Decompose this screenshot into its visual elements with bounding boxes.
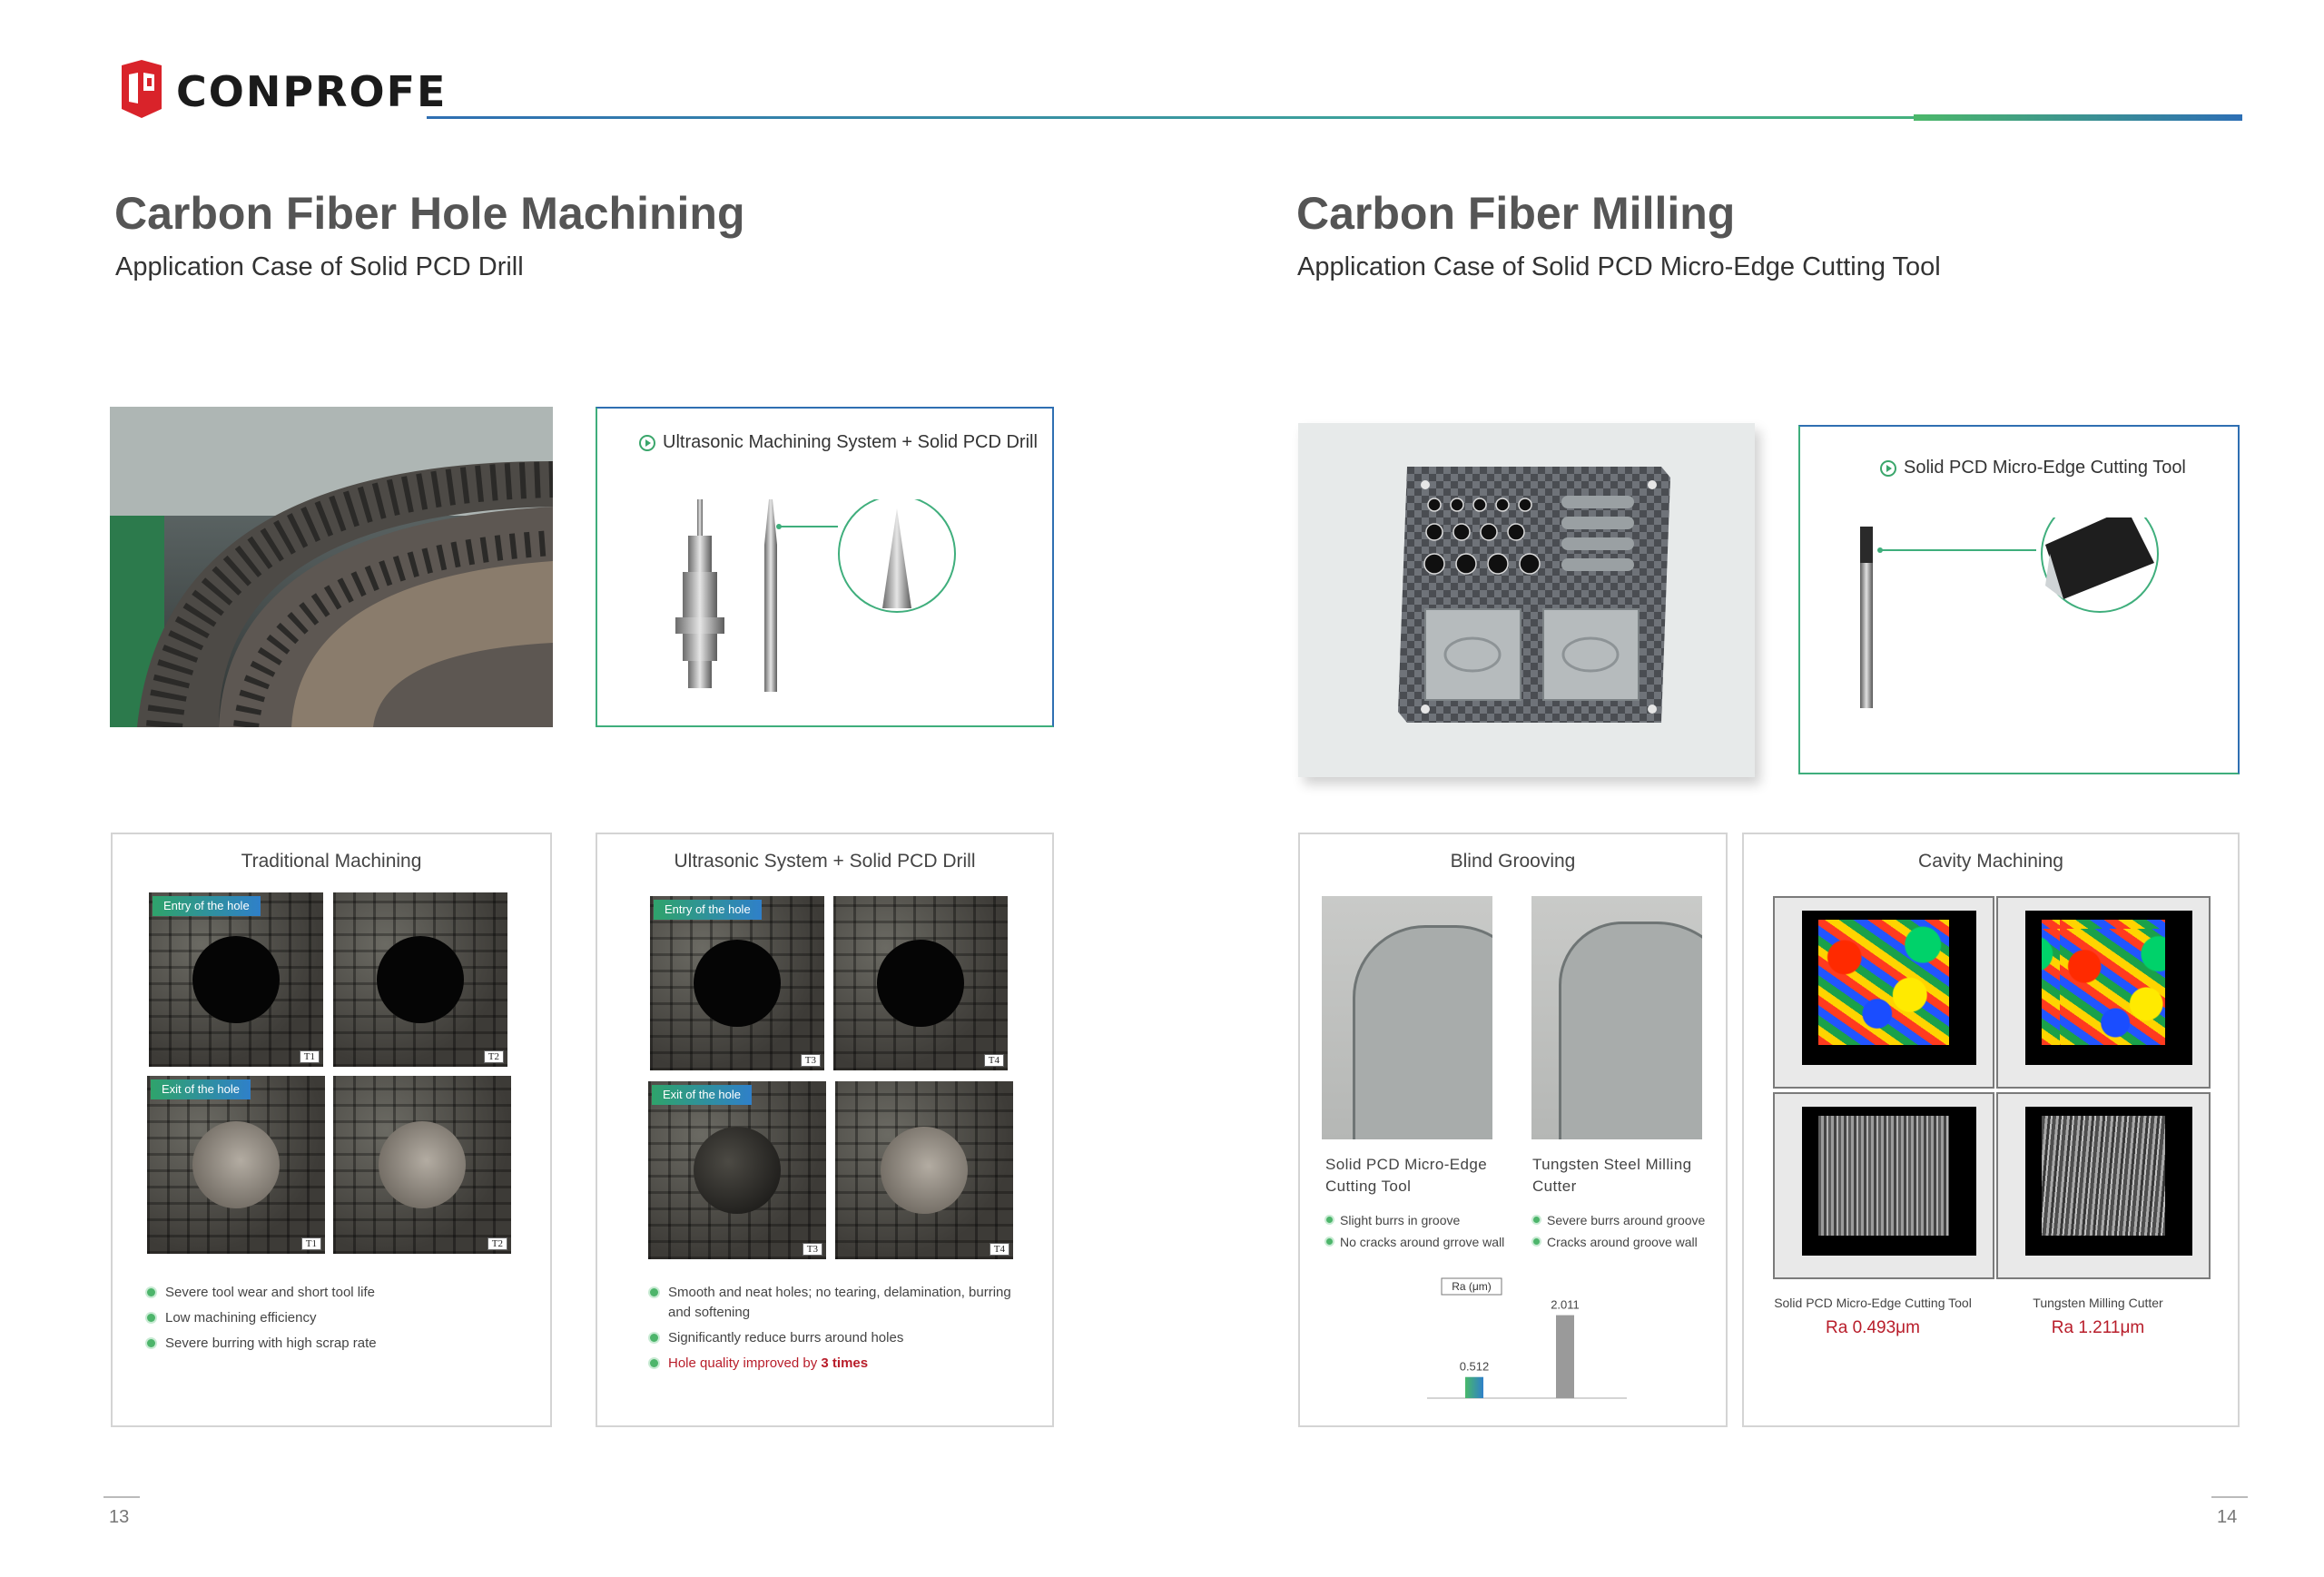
bullet-item: Low machining efficiency [145,1308,536,1328]
bullet-item: Severe burring with high scrap rate [145,1334,536,1354]
page-number-rule [2211,1496,2248,1498]
ra-axis-label: Ra (μm) [1452,1280,1492,1293]
system-caption: Ultrasonic Machining System + Solid PCD … [663,432,1038,452]
groove-shape [1353,925,1492,1139]
left-page-title: Carbon Fiber Hole Machining [114,188,745,239]
hole [377,936,464,1023]
gray-scan [1818,1116,1949,1236]
ultrasonic-bullets: Smooth and neat holes; no tearing, delam… [648,1283,1011,1379]
conprofe-logo-icon [122,60,162,118]
bullet-item: Severe burrs around groove [1532,1210,1728,1230]
sample-tag: T4 [983,1054,1004,1067]
hole [192,936,280,1023]
entry-tag: Entry of the hole [654,900,762,920]
exit-tag: Exit of the hole [151,1079,251,1099]
heatmap [2042,920,2165,1045]
surface-scan-gray [1773,1092,1994,1279]
ra-bar [1556,1315,1574,1398]
panel-title: Cavity Machining [1918,851,2063,872]
heatmap [1818,920,1949,1045]
hole-photo: T4 [833,896,1008,1070]
surface-scan-gray [1996,1092,2211,1279]
sample-tag: T2 [487,1237,507,1250]
highlight-bold: 3 times [821,1355,869,1371]
ultrasonic-drill-panel: Ultrasonic System + Solid PCD Drill Entr… [596,833,1054,1427]
sample-tag: T1 [300,1237,321,1250]
groove-shape [1559,922,1702,1139]
hole-photo: Exit of the hole T1 [147,1076,325,1254]
panel-title: Blind Grooving [1450,851,1576,872]
ra-bar-value: 0.512 [1460,1360,1490,1374]
sample-tag: T3 [802,1243,822,1256]
hole [694,1127,781,1214]
cavity-ra-b: Ra 1.211μm [2051,1318,2145,1337]
bullet-item: No cracks around grrove wall [1325,1232,1525,1252]
carbon-plate-photo [1298,423,1755,777]
exit-tag: Exit of the hole [652,1085,752,1105]
hole-photo: T4 [835,1081,1013,1259]
cavity-ra-a: Ra 0.493μm [1826,1318,1920,1337]
micro-edge-tool-card: Solid PCD Micro-Edge Cutting Tool [1798,425,2240,774]
surface-scan-color [1773,896,1994,1089]
sample-tag: T3 [800,1054,821,1067]
page-number-rule [103,1496,140,1498]
micro-edge-tool-illustration [1860,517,2159,708]
hole-photo: Exit of the hole T3 [648,1081,826,1259]
cavity-machining-panel: Cavity Machining Solid PCD Micro-Edge Cu… [1742,833,2240,1427]
panel-title: Ultrasonic System + Solid PCD Drill [674,851,976,872]
traditional-bullets: Severe tool wear and short tool life Low… [145,1283,536,1359]
page-number-right: 14 [2217,1507,2238,1527]
groove-photo [1322,896,1492,1139]
brand-name: CONPROFE [176,67,448,116]
traditional-machining-panel: Traditional Machining Entry of the hole … [111,833,552,1427]
drill-and-holder-illustration [675,499,956,692]
ra-bar-chart: Ra (μm) 0.512 2.011 [1427,1277,1627,1399]
ra-bar-value: 2.011 [1551,1298,1580,1312]
sample-tag: T4 [989,1243,1009,1256]
entry-tag: Entry of the hole [153,896,261,916]
groove-photo [1531,896,1702,1139]
bullet-item: Cracks around groove wall [1532,1232,1728,1252]
hole-photo: T2 [333,892,507,1067]
left-page-subtitle: Application Case of Solid PCD Drill [115,252,524,281]
bullet-item: Significantly reduce burrs around holes [648,1328,1011,1348]
hole-photo: T2 [333,1076,511,1254]
highlight-text: Hole quality improved by [668,1355,822,1371]
tool-b-bullets: Severe burrs around groove Cracks around… [1532,1210,1728,1254]
tool-caption: Solid PCD Micro-Edge Cutting Tool [1904,458,2186,478]
cavity-tool-b-label: Tungsten Milling Cutter [2033,1296,2163,1310]
hole [877,940,964,1027]
cavity-tool-a-label: Solid PCD Micro-Edge Cutting Tool [1774,1296,1972,1310]
sample-tag: T2 [483,1050,504,1063]
tool-a-label: Solid PCD Micro-Edge Cutting Tool [1325,1156,1488,1195]
carbon-fiber-part-photo [110,407,553,727]
hole [379,1121,466,1208]
highlight-bullet: Hole quality improved by 3 times [648,1354,1011,1374]
hole [881,1127,968,1214]
hole-photo: Entry of the hole T1 [149,892,323,1067]
bullet-item: Slight burrs in groove [1325,1210,1525,1230]
tool-b-label: Tungsten Steel Milling Cutter [1532,1156,1692,1195]
panel-title: Traditional Machining [241,851,422,872]
tool-a-bullets: Slight burrs in groove No cracks around … [1325,1210,1525,1254]
bullet-item: Severe tool wear and short tool life [145,1283,536,1303]
play-circle-icon [1880,459,1896,477]
gray-scan [2042,1116,2165,1236]
hole-photo: Entry of the hole T3 [650,896,824,1070]
bullet-item: Smooth and neat holes; no tearing, delam… [648,1283,1011,1323]
right-page-title: Carbon Fiber Milling [1296,188,1736,239]
surface-scan-color [1996,896,2211,1089]
page-number-left: 13 [109,1507,130,1527]
right-page-subtitle: Application Case of Solid PCD Micro-Edge… [1297,252,1941,281]
ultrasonic-system-card: Ultrasonic Machining System + Solid PCD … [596,407,1054,727]
hole [694,940,781,1027]
header-accent-bar [1914,114,2242,121]
blind-grooving-panel: Blind Grooving Solid PCD Micro-Edge Cutt… [1298,833,1728,1427]
ra-bar [1465,1376,1483,1398]
play-circle-icon [639,434,655,451]
hole [192,1121,280,1208]
sample-tag: T1 [299,1050,320,1063]
